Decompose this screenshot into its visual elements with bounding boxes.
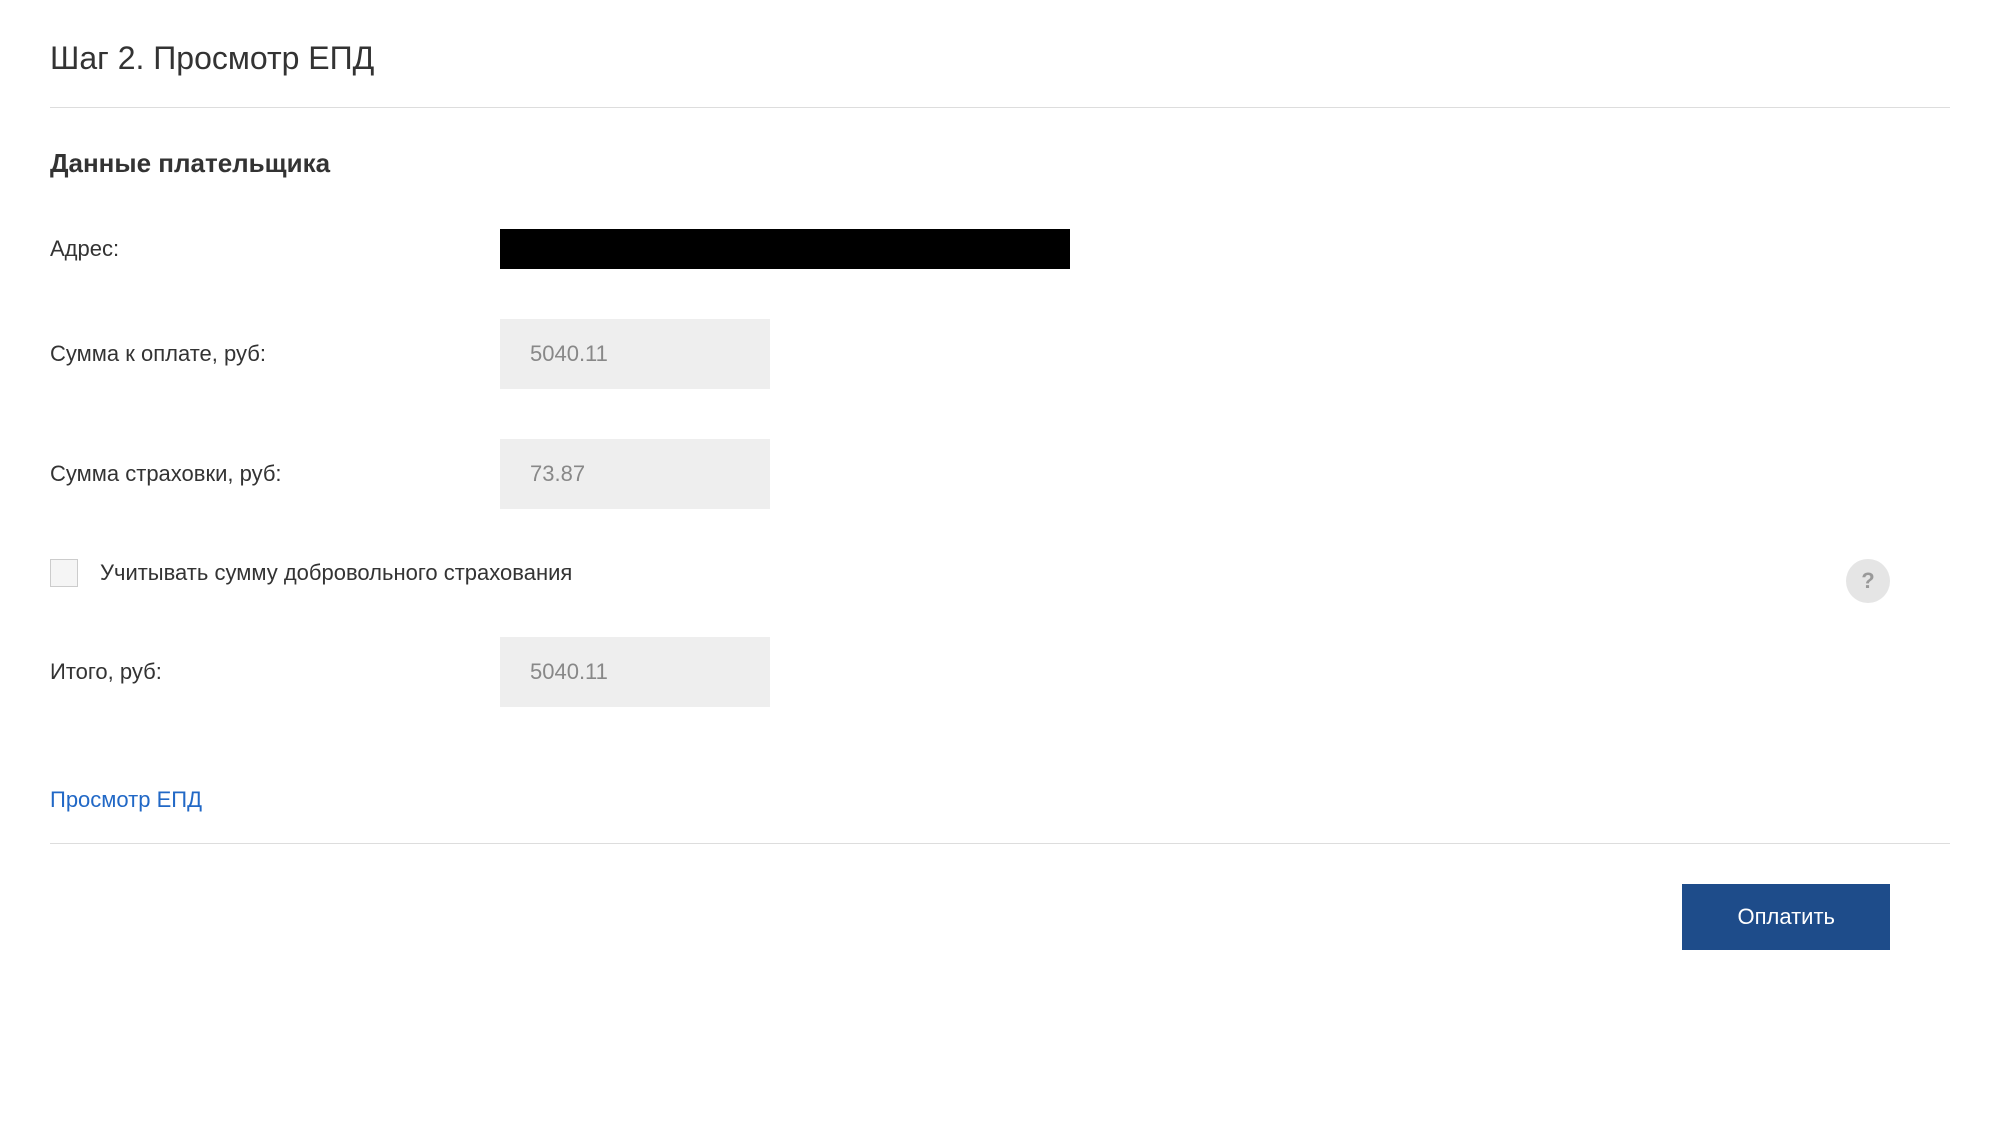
pay-button[interactable]: Оплатить [1682,884,1890,950]
total-label: Итого, руб: [50,659,500,685]
address-value-redacted [500,229,1070,269]
amount-field: 5040.11 [500,319,770,389]
insurance-row: Сумма страховки, руб: 73.87 [50,439,1950,509]
address-row: Адрес: [50,229,1950,269]
view-epd-link[interactable]: Просмотр ЕПД [50,787,202,813]
insurance-label: Сумма страховки, руб: [50,461,500,487]
insurance-checkbox-row: Учитывать сумму добровольного страховани… [50,559,1950,587]
address-label: Адрес: [50,236,500,262]
step-title: Шаг 2. Просмотр ЕПД [50,40,1950,108]
insurance-field: 73.87 [500,439,770,509]
amount-row: Сумма к оплате, руб: 5040.11 [50,319,1950,389]
divider [50,843,1950,844]
button-row: Оплатить [50,884,1950,950]
help-icon[interactable]: ? [1846,559,1890,603]
total-row: Итого, руб: 5040.11 [50,637,1950,707]
amount-label: Сумма к оплате, руб: [50,341,500,367]
section-title: Данные плательщика [50,148,1950,179]
total-field: 5040.11 [500,637,770,707]
insurance-checkbox-label: Учитывать сумму добровольного страховани… [100,560,572,586]
insurance-checkbox[interactable] [50,559,78,587]
